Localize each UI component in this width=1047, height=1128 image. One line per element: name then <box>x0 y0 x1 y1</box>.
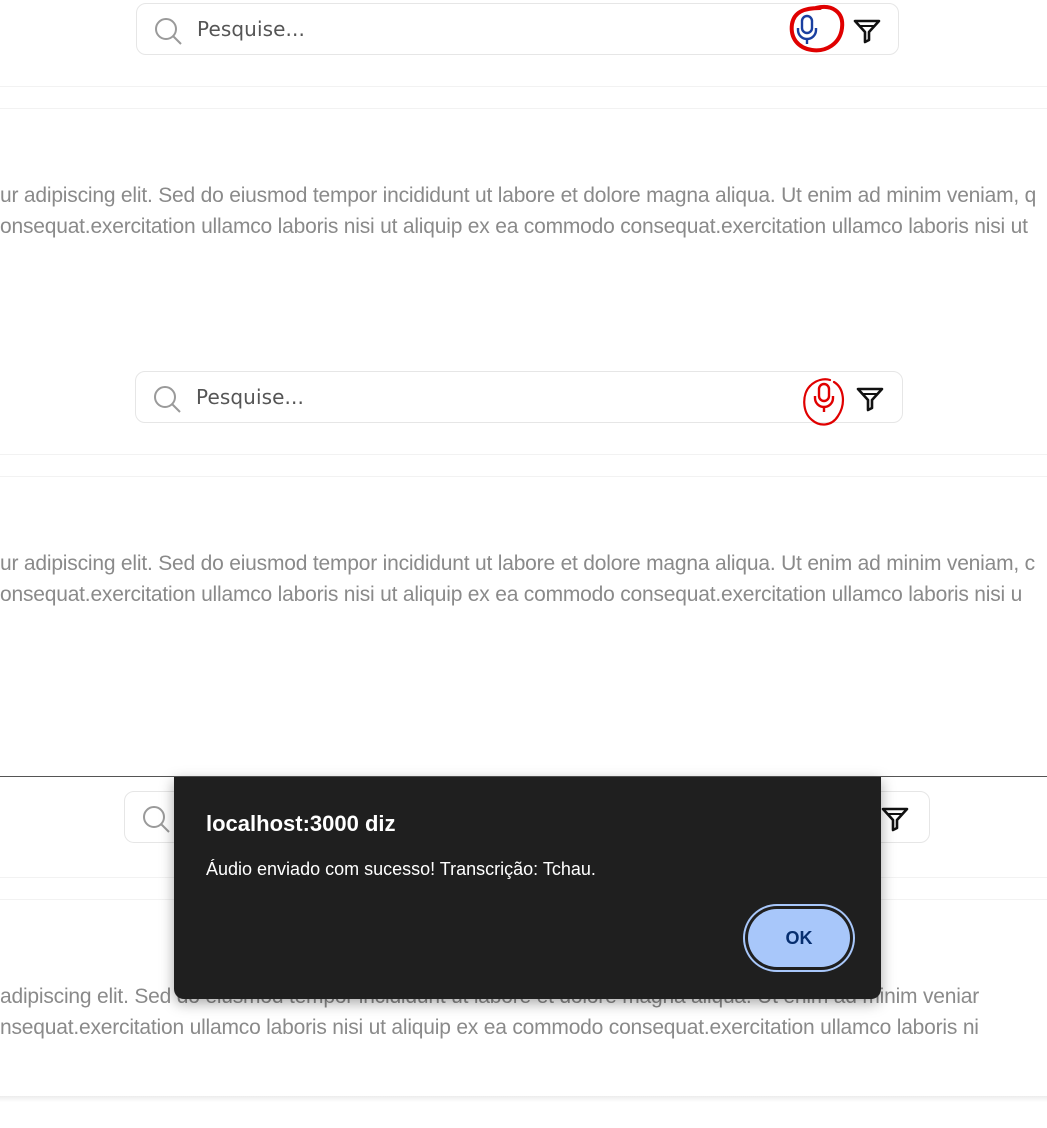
alert-dialog: localhost:3000 diz Áudio enviado com suc… <box>174 777 881 999</box>
annotation-circle <box>803 378 844 426</box>
annotation-circle <box>789 5 845 53</box>
search-bar[interactable]: Pesquise... <box>135 371 903 423</box>
filter-icon[interactable] <box>853 18 881 44</box>
text-line: nsequat.exercitation ullamco laboris nis… <box>0 1016 979 1039</box>
text-line: onsequat.exercitation ullamco laboris ni… <box>0 583 1023 606</box>
search-icon <box>143 806 170 833</box>
panel-1: Pesquise... ur adipiscing elit. Sed do e… <box>0 0 1047 360</box>
separator <box>0 476 1047 477</box>
search-icon <box>155 18 182 45</box>
text-line: ur adipiscing elit. Sed do eiusmod tempo… <box>0 184 1037 207</box>
search-input[interactable]: Pesquise... <box>197 17 305 41</box>
search-input[interactable]: Pesquise... <box>196 385 304 409</box>
body-text: ur adipiscing elit. Sed do eiusmod tempo… <box>0 548 1047 610</box>
filter-icon[interactable] <box>856 386 884 412</box>
body-text: ur adipiscing elit. Sed do eiusmod tempo… <box>0 180 1047 242</box>
ok-button[interactable]: OK <box>748 909 850 967</box>
dialog-title: localhost:3000 diz <box>206 811 396 836</box>
panel-2: Pesquise... ur adipiscing elit. Sed do e… <box>0 360 1047 770</box>
separator <box>0 108 1047 109</box>
bottom-shadow <box>0 1096 1047 1102</box>
search-bar[interactable]: Pesquise... <box>136 3 899 55</box>
search-icon <box>154 386 181 413</box>
filter-icon[interactable] <box>881 806 909 832</box>
separator <box>0 86 1047 87</box>
text-line: onsequat.exercitation ullamco laboris ni… <box>0 215 1028 238</box>
text-line: ur adipiscing elit. Sed do eiusmod tempo… <box>0 552 1035 575</box>
separator <box>0 454 1047 455</box>
dialog-message: Áudio enviado com sucesso! Transcrição: … <box>206 859 596 879</box>
